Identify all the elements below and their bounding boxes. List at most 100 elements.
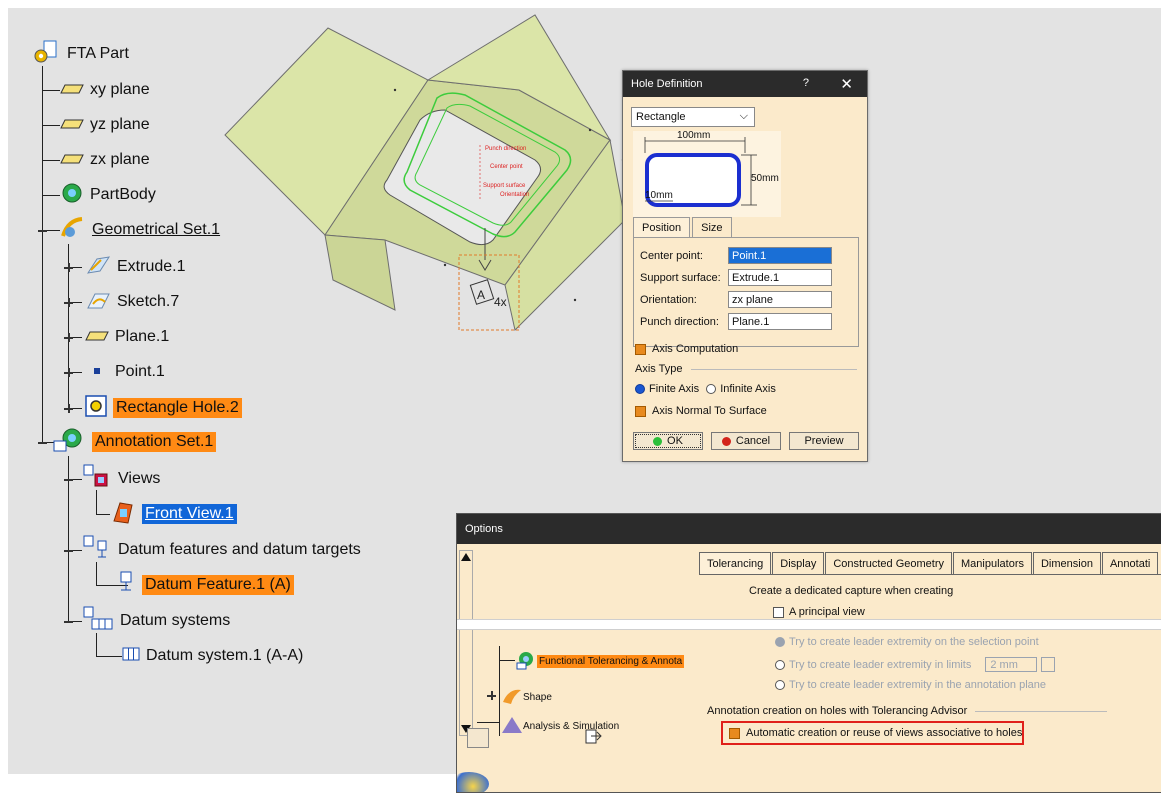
tree-item-extrude[interactable]: Extrude.1 [85, 255, 185, 279]
expand-point[interactable] [64, 368, 73, 377]
tree-item-label: Rectangle Hole.2 [113, 398, 242, 418]
tree-item-zx-plane[interactable]: zx plane [60, 148, 150, 172]
punch-direction-field[interactable]: Plane.1 [728, 313, 832, 330]
tree-item-front-view[interactable]: Front View.1 [110, 501, 237, 526]
expand-rectangle-hole[interactable] [64, 404, 73, 413]
cancel-button[interactable]: Cancel [711, 432, 781, 450]
axis-computation-option[interactable]: Axis Computation [635, 343, 738, 355]
auto-views-checkbox[interactable] [729, 727, 740, 739]
finite-axis-radio[interactable] [635, 384, 645, 395]
tab-position[interactable]: Position [633, 217, 691, 238]
expand-shape[interactable] [487, 691, 496, 700]
axis-type-label: Axis Type [635, 363, 683, 375]
tree-item-rectangle-hole[interactable]: Rectangle Hole.2 [85, 394, 242, 420]
tree-item-label: xy plane [90, 81, 150, 98]
tree-item-label: yz plane [90, 116, 150, 133]
expand-sketch[interactable] [64, 298, 73, 307]
collapse-annotation-set[interactable] [38, 438, 47, 447]
options-titlebar[interactable]: Options [457, 514, 1161, 544]
preview-button[interactable]: Preview [789, 432, 859, 450]
tree-item-datum-feature[interactable]: Datum Feature.1 (A) [116, 571, 294, 597]
tab-dimension[interactable]: Dimension [1032, 552, 1101, 575]
datum-systems-icon [82, 606, 114, 637]
options-tool-icon-2[interactable] [583, 728, 603, 746]
leader-plane-radio[interactable] [775, 680, 785, 691]
tree-item-point[interactable]: Point.1 [85, 360, 165, 384]
collapse-datum-features[interactable] [64, 546, 73, 555]
axis-normal-option[interactable]: Axis Normal To Surface [635, 405, 767, 417]
tree-item-geometrical-set[interactable]: Geometrical Set.1 [60, 216, 220, 245]
leader-limits-radio[interactable] [775, 659, 785, 670]
chevron-down-icon: ⌵ [739, 110, 748, 122]
cancel-button-label: Cancel [735, 435, 771, 447]
hole-shape-preview: 100mm 50mm 10mm [633, 130, 781, 217]
tree-item-xy-plane[interactable]: xy plane [60, 78, 150, 102]
principal-view-checkbox[interactable] [773, 606, 784, 618]
tree-item-yz-plane[interactable]: yz plane [60, 113, 150, 137]
axis-computation-checkbox[interactable] [635, 343, 646, 355]
tree-item-datum-features[interactable]: Datum features and datum targets [82, 535, 361, 562]
axis-normal-checkbox[interactable] [635, 405, 646, 417]
plane-icon [85, 328, 109, 346]
tree-item-label: Datum systems [120, 612, 231, 629]
orientation-label: Orientation: [640, 293, 697, 306]
leader-limits-spinner[interactable] [1041, 657, 1056, 672]
part-body-icon [60, 182, 84, 209]
principal-view-option[interactable]: A principal view [773, 606, 865, 618]
help-icon[interactable]: ? [803, 77, 809, 89]
tree-item-datum-systems[interactable]: Datum systems [82, 606, 231, 633]
category-functional-tolerancing[interactable]: Functional Tolerancing & Annota [515, 650, 685, 673]
leader-limits-field[interactable]: 2 mm [985, 657, 1038, 672]
close-icon[interactable]: ✕ [840, 75, 853, 93]
ok-button[interactable]: OK [633, 432, 703, 450]
point-icon [85, 363, 109, 381]
left-scrollbar[interactable] [459, 550, 473, 736]
options-tool-icon-1[interactable] [467, 728, 489, 748]
scroll-up-arrow[interactable] [461, 553, 471, 561]
leader-plane-option[interactable]: Try to create leader extremity in the an… [775, 679, 1046, 691]
leader-selection-radio[interactable] [775, 637, 785, 648]
infinite-axis-radio[interactable] [706, 384, 717, 395]
tree-item-datum-system[interactable]: Datum system.1 (A-A) [122, 644, 303, 668]
tree-item-partbody[interactable]: PartBody [60, 183, 156, 207]
center-point-field[interactable]: Point.1 [728, 247, 832, 264]
collapse-views[interactable] [64, 475, 73, 484]
hole-shape-select[interactable]: Rectangle ⌵ [631, 107, 755, 127]
tree-item-plane[interactable]: Plane.1 [85, 325, 169, 349]
tab-size[interactable]: Size [692, 217, 732, 238]
geometrical-set-icon [60, 216, 86, 245]
support-surface-field[interactable]: Extrude.1 [728, 269, 832, 286]
tree-item-label: Datum Feature.1 (A) [142, 575, 294, 595]
orientation-field[interactable]: zx plane [728, 291, 832, 308]
tree-item-label: Views [118, 470, 161, 487]
tree-item-label: PartBody [90, 186, 156, 203]
expand-plane[interactable] [64, 333, 73, 342]
extrude-icon [85, 253, 111, 282]
tab-constructed-geometry[interactable]: Constructed Geometry [825, 552, 952, 575]
tree-item-label: Front View.1 [142, 504, 237, 524]
tree-item-label: Sketch.7 [117, 293, 180, 310]
auto-views-option[interactable]: Automatic creation or reuse of views ass… [729, 727, 1022, 739]
tree-item-annotation-set[interactable]: Annotation Set.1 [52, 428, 217, 454]
collapse-datum-systems[interactable] [64, 617, 73, 626]
expand-extrude[interactable] [64, 263, 73, 272]
tab-annotation[interactable]: Annotati [1101, 552, 1159, 575]
support-surface-label: Support surface: [640, 271, 721, 284]
hole-dialog-titlebar[interactable]: Hole Definition ? ✕ [623, 71, 867, 97]
tab-tolerancing[interactable]: Tolerancing [699, 552, 772, 575]
hole-definition-dialog: Hole Definition ? ✕ Rectangle ⌵ 100mm 50… [622, 70, 868, 462]
annotation-set-icon [52, 427, 86, 458]
plane-icon [60, 116, 84, 134]
collapse-geometrical-set[interactable] [38, 226, 47, 235]
category-shape[interactable]: Shape [501, 686, 552, 709]
tab-manipulators[interactable]: Manipulators [953, 552, 1032, 575]
tree-item-views[interactable]: Views [82, 464, 161, 491]
tree-item-label: Extrude.1 [117, 258, 186, 275]
tab-display[interactable]: Display [772, 552, 825, 575]
position-panel: Center point: Point.1 Support surface: E… [633, 237, 859, 347]
tree-item-sketch[interactable]: Sketch.7 [85, 290, 179, 314]
leader-selection-option[interactable]: Try to create leader extremity on the se… [775, 636, 1039, 648]
leader-limits-option[interactable]: Try to create leader extremity in limits… [775, 657, 1056, 672]
functional-tolerancing-icon [515, 650, 537, 673]
tree-root[interactable]: FTA Part [33, 40, 129, 66]
